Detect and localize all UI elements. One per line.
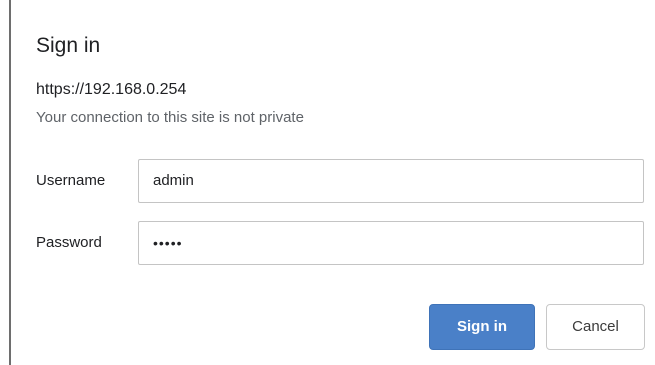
username-field[interactable]: admin (138, 159, 644, 203)
site-url: https://192.168.0.254 (36, 81, 187, 98)
password-field[interactable]: ••••• (138, 221, 644, 265)
username-label: Username (36, 172, 106, 189)
sign-in-button[interactable]: Sign in (429, 304, 535, 350)
sign-in-dialog: Sign in https://192.168.0.254 Your conne… (9, 0, 655, 365)
dialog-title: Sign in (36, 34, 101, 57)
password-label: Password (36, 234, 102, 251)
privacy-warning: Your connection to this site is not priv… (36, 109, 304, 126)
cancel-button[interactable]: Cancel (546, 304, 645, 350)
